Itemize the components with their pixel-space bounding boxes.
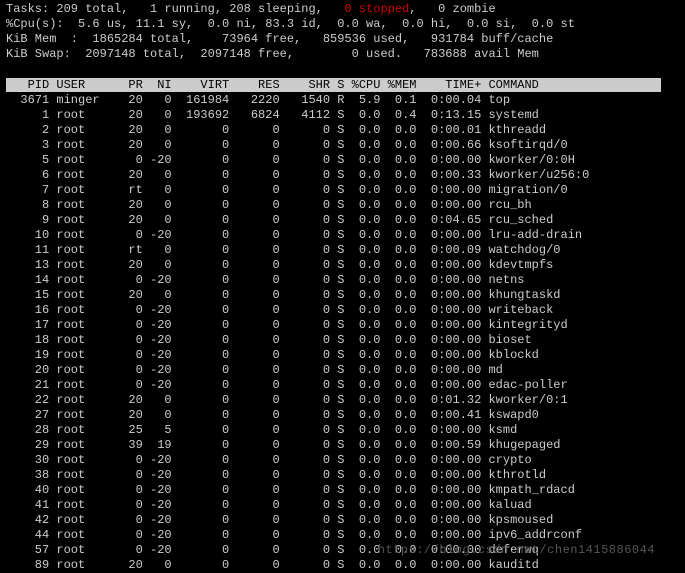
process-row[interactable]: 21 root 0 -20 0 0 0 S 0.0 0.0 0:00.00 ed… — [6, 378, 679, 393]
process-row[interactable]: 44 root 0 -20 0 0 0 S 0.0 0.0 0:00.00 ip… — [6, 528, 679, 543]
process-row[interactable]: 10 root 0 -20 0 0 0 S 0.0 0.0 0:00.00 lr… — [6, 228, 679, 243]
process-row[interactable]: 3 root 20 0 0 0 0 S 0.0 0.0 0:00.66 ksof… — [6, 138, 679, 153]
process-row[interactable]: 15 root 20 0 0 0 0 S 0.0 0.0 0:00.00 khu… — [6, 288, 679, 303]
process-table-body[interactable]: 3671 minger 20 0 161984 2220 1540 R 5.9 … — [6, 93, 679, 573]
process-row[interactable]: 41 root 0 -20 0 0 0 S 0.0 0.0 0:00.00 ka… — [6, 498, 679, 513]
process-row[interactable]: 17 root 0 -20 0 0 0 S 0.0 0.0 0:00.00 ki… — [6, 318, 679, 333]
process-row[interactable]: 18 root 0 -20 0 0 0 S 0.0 0.0 0:00.00 bi… — [6, 333, 679, 348]
process-row[interactable]: 14 root 0 -20 0 0 0 S 0.0 0.0 0:00.00 ne… — [6, 273, 679, 288]
process-row[interactable]: 89 root 20 0 0 0 0 S 0.0 0.0 0:00.00 kau… — [6, 558, 679, 573]
summary-area: Tasks: 209 total, 1 running, 208 sleepin… — [6, 2, 679, 62]
process-row[interactable]: 38 root 0 -20 0 0 0 S 0.0 0.0 0:00.00 kt… — [6, 468, 679, 483]
process-row[interactable]: 16 root 0 -20 0 0 0 S 0.0 0.0 0:00.00 wr… — [6, 303, 679, 318]
tasks-line: Tasks: 209 total, 1 running, 208 sleepin… — [6, 2, 679, 17]
process-row[interactable]: 9 root 20 0 0 0 0 S 0.0 0.0 0:04.65 rcu_… — [6, 213, 679, 228]
process-row[interactable]: 22 root 20 0 0 0 0 S 0.0 0.0 0:01.32 kwo… — [6, 393, 679, 408]
process-row[interactable]: 20 root 0 -20 0 0 0 S 0.0 0.0 0:00.00 md — [6, 363, 679, 378]
process-row[interactable]: 1 root 20 0 193692 6824 4112 S 0.0 0.4 0… — [6, 108, 679, 123]
process-row[interactable]: 40 root 0 -20 0 0 0 S 0.0 0.0 0:00.00 km… — [6, 483, 679, 498]
process-row[interactable]: 30 root 0 -20 0 0 0 S 0.0 0.0 0:00.00 cr… — [6, 453, 679, 468]
mem-line: KiB Mem : 1865284 total, 73964 free, 859… — [6, 32, 679, 47]
cpu-line: %Cpu(s): 5.6 us, 11.1 sy, 0.0 ni, 83.3 i… — [6, 17, 679, 32]
process-row[interactable]: 13 root 20 0 0 0 0 S 0.0 0.0 0:00.00 kde… — [6, 258, 679, 273]
process-row[interactable]: 29 root 39 19 0 0 0 S 0.0 0.0 0:00.59 kh… — [6, 438, 679, 453]
process-row[interactable]: 2 root 20 0 0 0 0 S 0.0 0.0 0:00.01 kthr… — [6, 123, 679, 138]
process-row[interactable]: 28 root 25 5 0 0 0 S 0.0 0.0 0:00.00 ksm… — [6, 423, 679, 438]
process-row[interactable]: 42 root 0 -20 0 0 0 S 0.0 0.0 0:00.00 kp… — [6, 513, 679, 528]
process-row[interactable]: 8 root 20 0 0 0 0 S 0.0 0.0 0:00.00 rcu_… — [6, 198, 679, 213]
process-row[interactable]: 5 root 0 -20 0 0 0 S 0.0 0.0 0:00.00 kwo… — [6, 153, 679, 168]
process-row[interactable]: 3671 minger 20 0 161984 2220 1540 R 5.9 … — [6, 93, 679, 108]
process-row[interactable]: 11 root rt 0 0 0 0 S 0.0 0.0 0:00.09 wat… — [6, 243, 679, 258]
process-row[interactable]: 19 root 0 -20 0 0 0 S 0.0 0.0 0:00.00 kb… — [6, 348, 679, 363]
swap-line: KiB Swap: 2097148 total, 2097148 free, 0… — [6, 47, 679, 62]
process-row[interactable]: 6 root 20 0 0 0 0 S 0.0 0.0 0:00.33 kwor… — [6, 168, 679, 183]
process-row[interactable]: 7 root rt 0 0 0 0 S 0.0 0.0 0:00.00 migr… — [6, 183, 679, 198]
process-table-header[interactable]: PID USER PR NI VIRT RES SHR S %CPU %MEM … — [6, 78, 679, 93]
process-row[interactable]: 57 root 0 -20 0 0 0 S 0.0 0.0 0:00.00 de… — [6, 543, 679, 558]
process-row[interactable]: 27 root 20 0 0 0 0 S 0.0 0.0 0:00.41 ksw… — [6, 408, 679, 423]
